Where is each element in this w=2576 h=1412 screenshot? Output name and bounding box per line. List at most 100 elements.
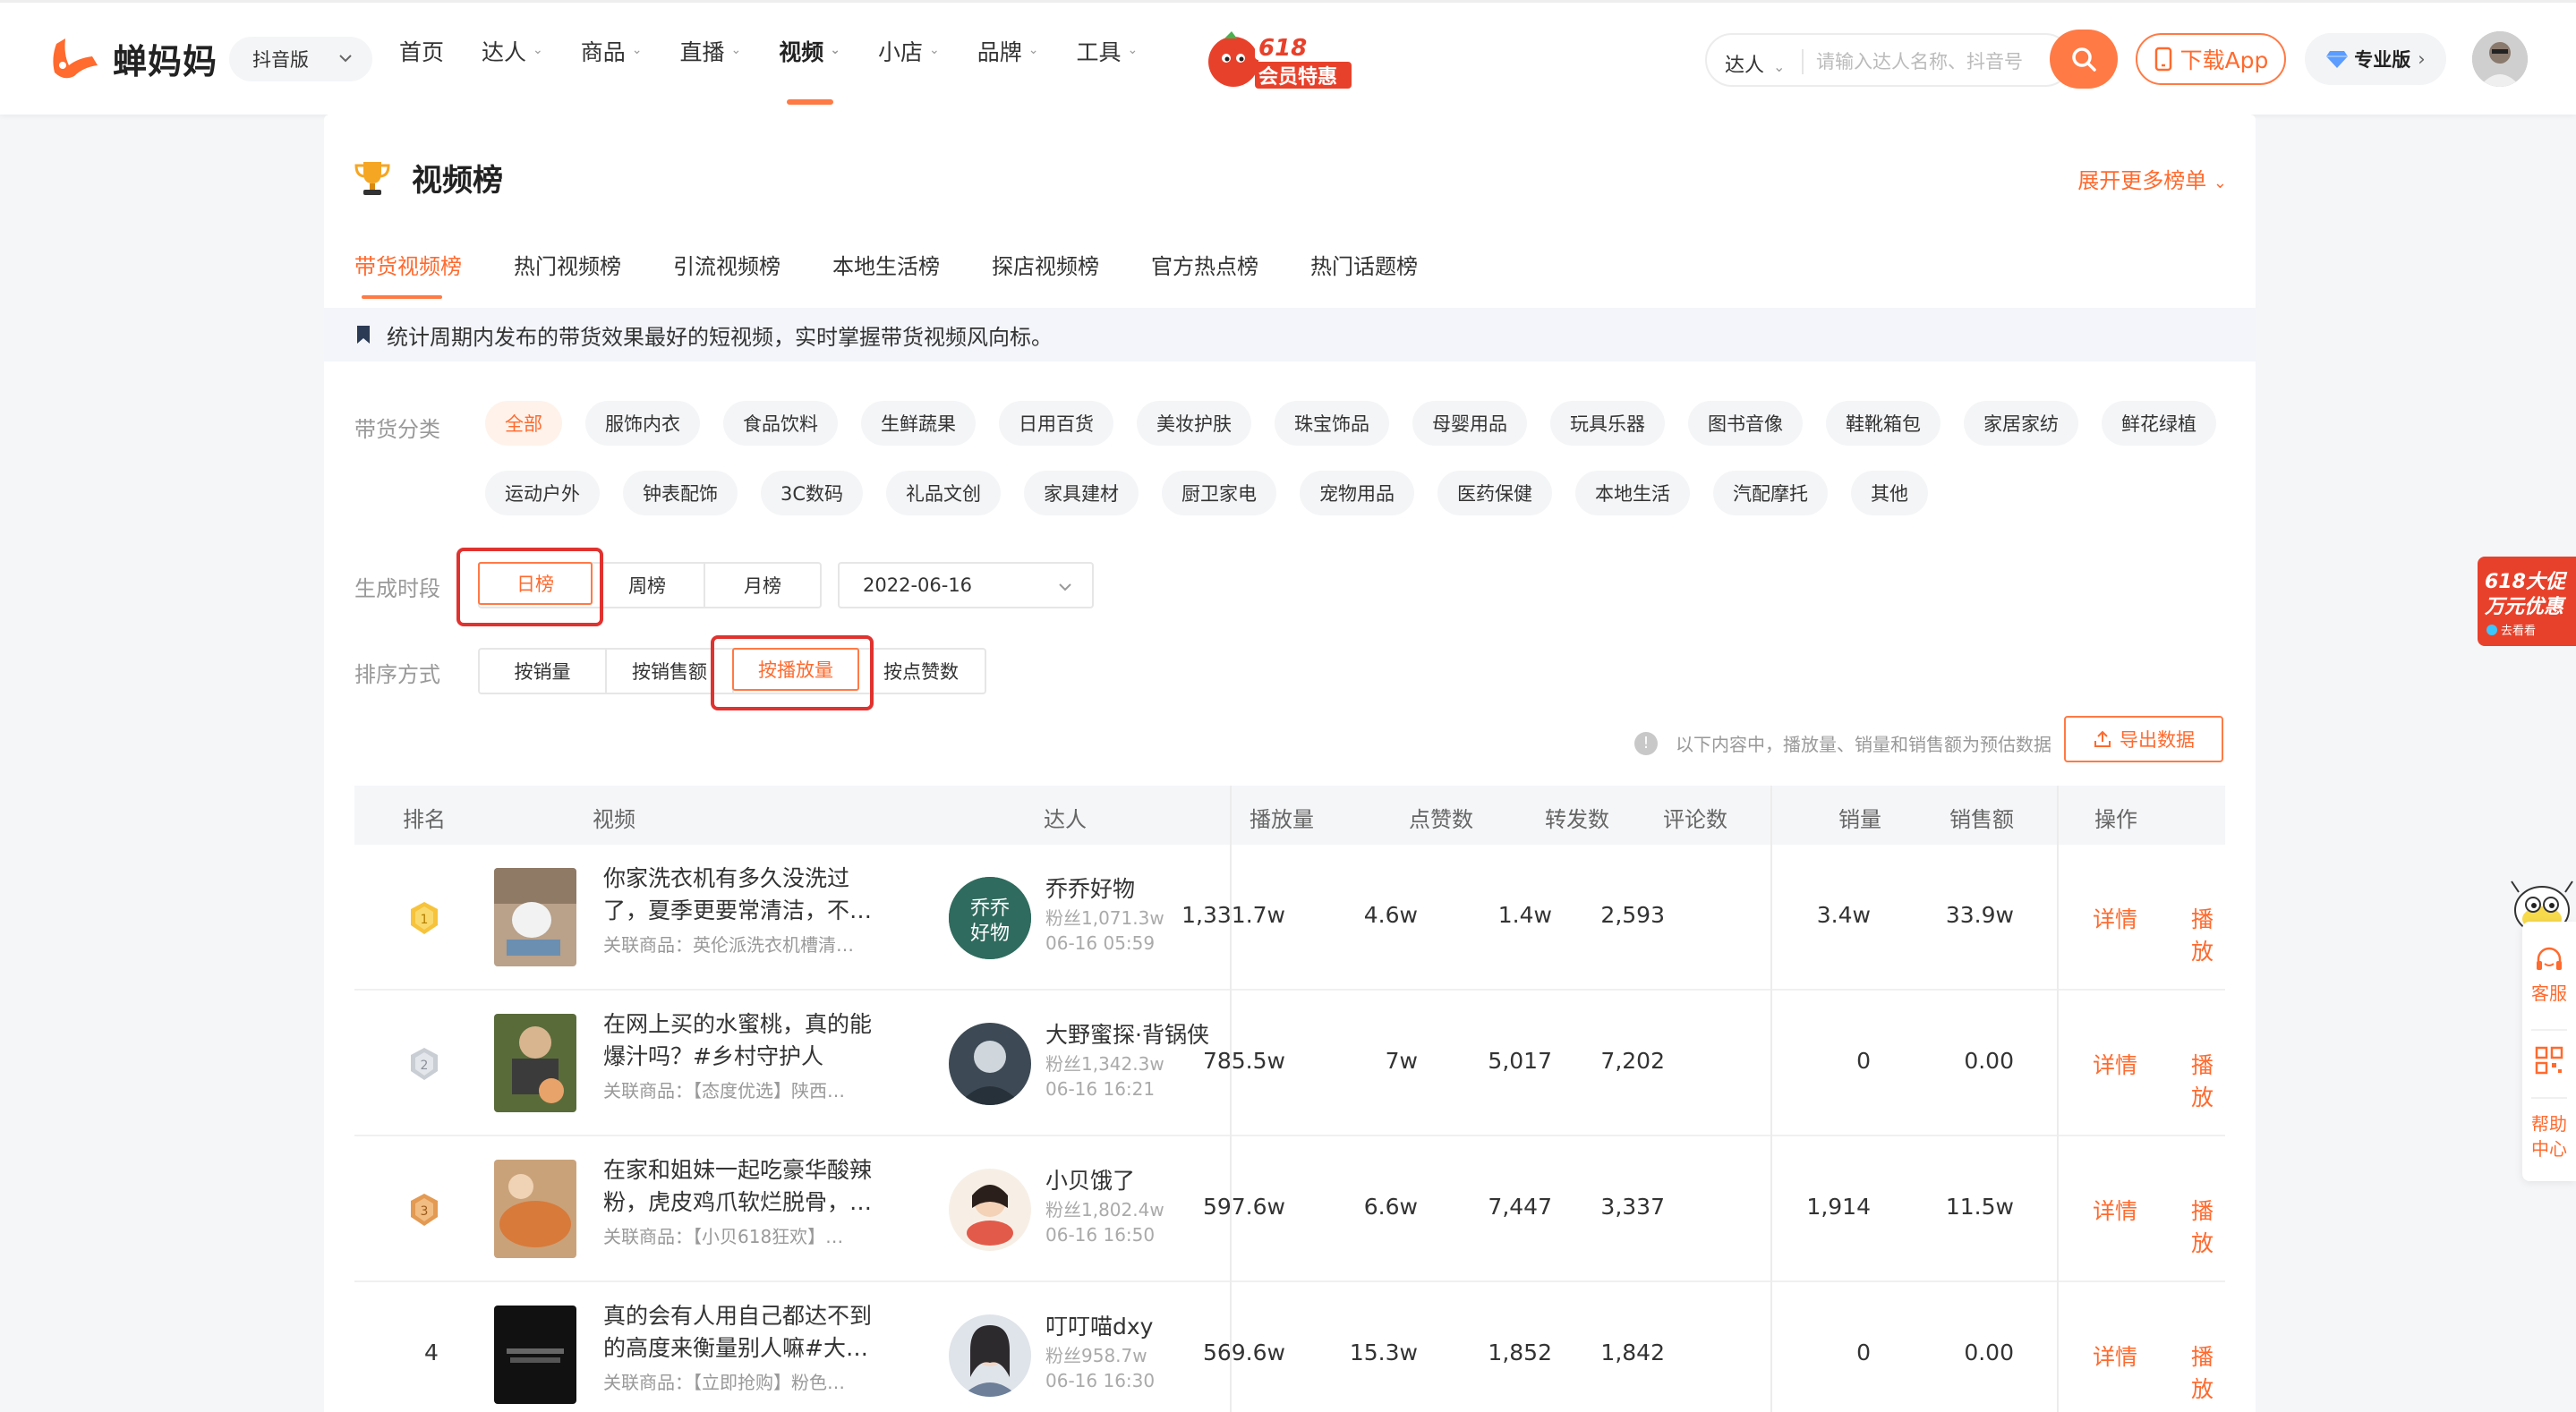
kol-avatar[interactable] xyxy=(949,1169,1031,1251)
nav-tools[interactable]: 工具 ⌄ xyxy=(1077,35,1139,85)
category-chip[interactable]: 运动户外 xyxy=(485,471,600,515)
kol-name[interactable]: 乔乔好物 xyxy=(1045,872,1135,904)
category-chip[interactable]: 服饰内衣 xyxy=(585,401,700,446)
category-chip[interactable]: 家具建材 xyxy=(1024,471,1139,515)
category-chip[interactable]: 家居家纺 xyxy=(1964,401,2078,446)
category-chip[interactable]: 3C数码 xyxy=(761,471,864,515)
search-input[interactable] xyxy=(1816,47,2031,76)
customer-service-button[interactable]: 客服 xyxy=(2522,941,2576,1022)
period-weekly[interactable]: 周榜 xyxy=(591,564,705,607)
sort-by-sales[interactable]: 按销量 xyxy=(480,650,607,693)
category-chip[interactable]: 医药保健 xyxy=(1437,471,1553,515)
nav-home[interactable]: 首页 xyxy=(399,35,444,85)
category-chip[interactable]: 母婴用品 xyxy=(1412,401,1527,446)
svg-text:乔乔: 乔乔 xyxy=(970,897,1010,920)
category-chip[interactable]: 厨卫家电 xyxy=(1162,471,1277,515)
category-chip[interactable]: 日用百货 xyxy=(999,401,1113,446)
tab-sales-video[interactable]: 带货视频榜 xyxy=(354,249,462,299)
category-chip[interactable]: 图书音像 xyxy=(1688,401,1803,446)
qrcode-button[interactable] xyxy=(2522,1040,2576,1090)
pro-version-button[interactable]: 专业版 › xyxy=(2305,33,2446,85)
kol-name[interactable]: 大野蜜探·背锅侠 xyxy=(1045,1017,1209,1050)
category-chip[interactable]: 钟表配饰 xyxy=(623,471,738,515)
period-monthly[interactable]: 月榜 xyxy=(705,564,820,607)
search-button[interactable] xyxy=(2050,30,2118,89)
help-center-button[interactable]: 帮助 中心 xyxy=(2522,1106,2576,1169)
nav-goods[interactable]: 商品 ⌄ xyxy=(581,35,643,85)
col-comments[interactable]: 评论数 xyxy=(1663,802,1727,833)
category-chip[interactable]: 美妆护肤 xyxy=(1137,401,1251,446)
col-shares[interactable]: 转发数 xyxy=(1545,802,1609,833)
category-label: 带货分类 xyxy=(354,417,440,442)
category-chip[interactable]: 鞋靴箱包 xyxy=(1826,401,1941,446)
video-thumbnail[interactable] xyxy=(494,1014,576,1112)
export-data-button[interactable]: 导出数据 xyxy=(2064,716,2223,762)
detail-link[interactable]: 详情 xyxy=(2093,1194,2137,1226)
user-avatar[interactable] xyxy=(2472,31,2528,87)
video-thumbnail[interactable] xyxy=(494,1160,576,1258)
tab-store-visit[interactable]: 探店视频榜 xyxy=(992,249,1099,299)
rank-medal-number: 3 xyxy=(421,1204,429,1219)
play-link[interactable]: 播放 xyxy=(2191,1340,2225,1404)
video-title[interactable]: 真的会有人用自己都达不到的高度来衡量别人嘛#大… xyxy=(603,1300,890,1365)
video-thumbnail[interactable] xyxy=(494,868,576,966)
tab-local-life[interactable]: 本地生活榜 xyxy=(832,249,940,299)
col-likes[interactable]: 点赞数 xyxy=(1409,802,1473,833)
expand-more-rankings-link[interactable]: 展开更多榜单 ⌄ xyxy=(2077,163,2227,194)
category-chip[interactable]: 其他 xyxy=(1851,471,1929,515)
category-chip[interactable]: 食品饮料 xyxy=(723,401,838,446)
play-link[interactable]: 播放 xyxy=(2191,902,2225,966)
date-picker[interactable]: 2022-06-16 xyxy=(838,562,1094,608)
play-link[interactable]: 播放 xyxy=(2191,1048,2225,1112)
category-chip[interactable]: 玩具乐器 xyxy=(1550,401,1665,446)
kol-avatar[interactable] xyxy=(949,1023,1031,1105)
version-select[interactable]: 抖音版 xyxy=(229,37,372,81)
logo[interactable]: 蝉妈妈 xyxy=(47,31,218,85)
video-related-goods[interactable]: 关联商品：英伦派洗衣机槽清… xyxy=(603,931,890,957)
kol-name[interactable]: 小贝饿了 xyxy=(1045,1163,1135,1195)
video-related-goods[interactable]: 关联商品：【态度优选】陕西… xyxy=(603,1076,890,1102)
category-chip[interactable]: 鲜花绿植 xyxy=(2102,401,2216,446)
col-sales[interactable]: 销量 xyxy=(1838,802,1881,833)
tab-hot-topic[interactable]: 热门话题榜 xyxy=(1310,249,1418,299)
kol-avatar[interactable] xyxy=(949,1314,1031,1397)
kol-avatar[interactable]: 乔乔 好物 xyxy=(949,877,1031,959)
side-toolbar: 客服 帮助 中心 xyxy=(2522,922,2576,1181)
nav-shop[interactable]: 小店 ⌄ xyxy=(878,35,940,85)
nav-brand[interactable]: 品牌 ⌄ xyxy=(977,35,1039,85)
promo-618-badge[interactable]: 618 会员特惠 xyxy=(1205,28,1355,92)
tab-official-hot[interactable]: 官方热点榜 xyxy=(1151,249,1258,299)
category-chip[interactable]: 珠宝饰品 xyxy=(1275,401,1389,446)
side-promo-618[interactable]: 618大促 万元优惠 去看看 xyxy=(2478,557,2576,646)
divider xyxy=(1802,49,1804,74)
nav-video[interactable]: 视频 ⌄ xyxy=(779,35,840,105)
kol-name[interactable]: 叮叮喵dxy xyxy=(1045,1309,1153,1341)
tab-traffic-video[interactable]: 引流视频榜 xyxy=(673,249,780,299)
nav-kol[interactable]: 达人 ⌄ xyxy=(482,35,543,85)
col-plays[interactable]: 播放量 xyxy=(1250,802,1314,833)
search-type-select[interactable]: 达人 ⌄ xyxy=(1725,49,1785,78)
video-title[interactable]: 在网上买的水蜜桃，真的能爆汁吗？#乡村守护人 xyxy=(603,1008,890,1073)
detail-link[interactable]: 详情 xyxy=(2093,1340,2137,1372)
download-app-button[interactable]: 下载App xyxy=(2136,33,2286,85)
col-revenue[interactable]: 销售额 xyxy=(1949,802,2014,833)
col-rank: 排名 xyxy=(403,807,446,832)
chevron-down-icon xyxy=(339,55,352,63)
nav-live[interactable]: 直播 ⌄ xyxy=(680,35,742,85)
category-chip[interactable]: 汽配摩托 xyxy=(1713,471,1829,515)
detail-link[interactable]: 详情 xyxy=(2093,1048,2137,1080)
play-link[interactable]: 播放 xyxy=(2191,1194,2225,1258)
category-chip[interactable]: 礼品文创 xyxy=(886,471,1002,515)
video-thumbnail[interactable] xyxy=(494,1306,576,1404)
video-related-goods[interactable]: 关联商品：【小贝618狂欢】… xyxy=(603,1222,890,1248)
category-chip[interactable]: 宠物用品 xyxy=(1300,471,1415,515)
tab-hot-video[interactable]: 热门视频榜 xyxy=(514,249,621,299)
category-chip[interactable]: 全部 xyxy=(485,401,562,446)
sort-by-likes[interactable]: 按点赞数 xyxy=(857,650,985,693)
video-related-goods[interactable]: 关联商品：【立即抢购】粉色… xyxy=(603,1368,890,1394)
detail-link[interactable]: 详情 xyxy=(2093,902,2137,934)
category-chip[interactable]: 生鲜蔬果 xyxy=(861,401,976,446)
video-title[interactable]: 在家和姐妹一起吃豪华酸辣粉，虎皮鸡爪软烂脱骨，… xyxy=(603,1154,890,1219)
category-chip[interactable]: 本地生活 xyxy=(1575,471,1691,515)
video-title[interactable]: 你家洗衣机有多久没洗过了，夏季更要常清洁，不… xyxy=(603,863,890,927)
